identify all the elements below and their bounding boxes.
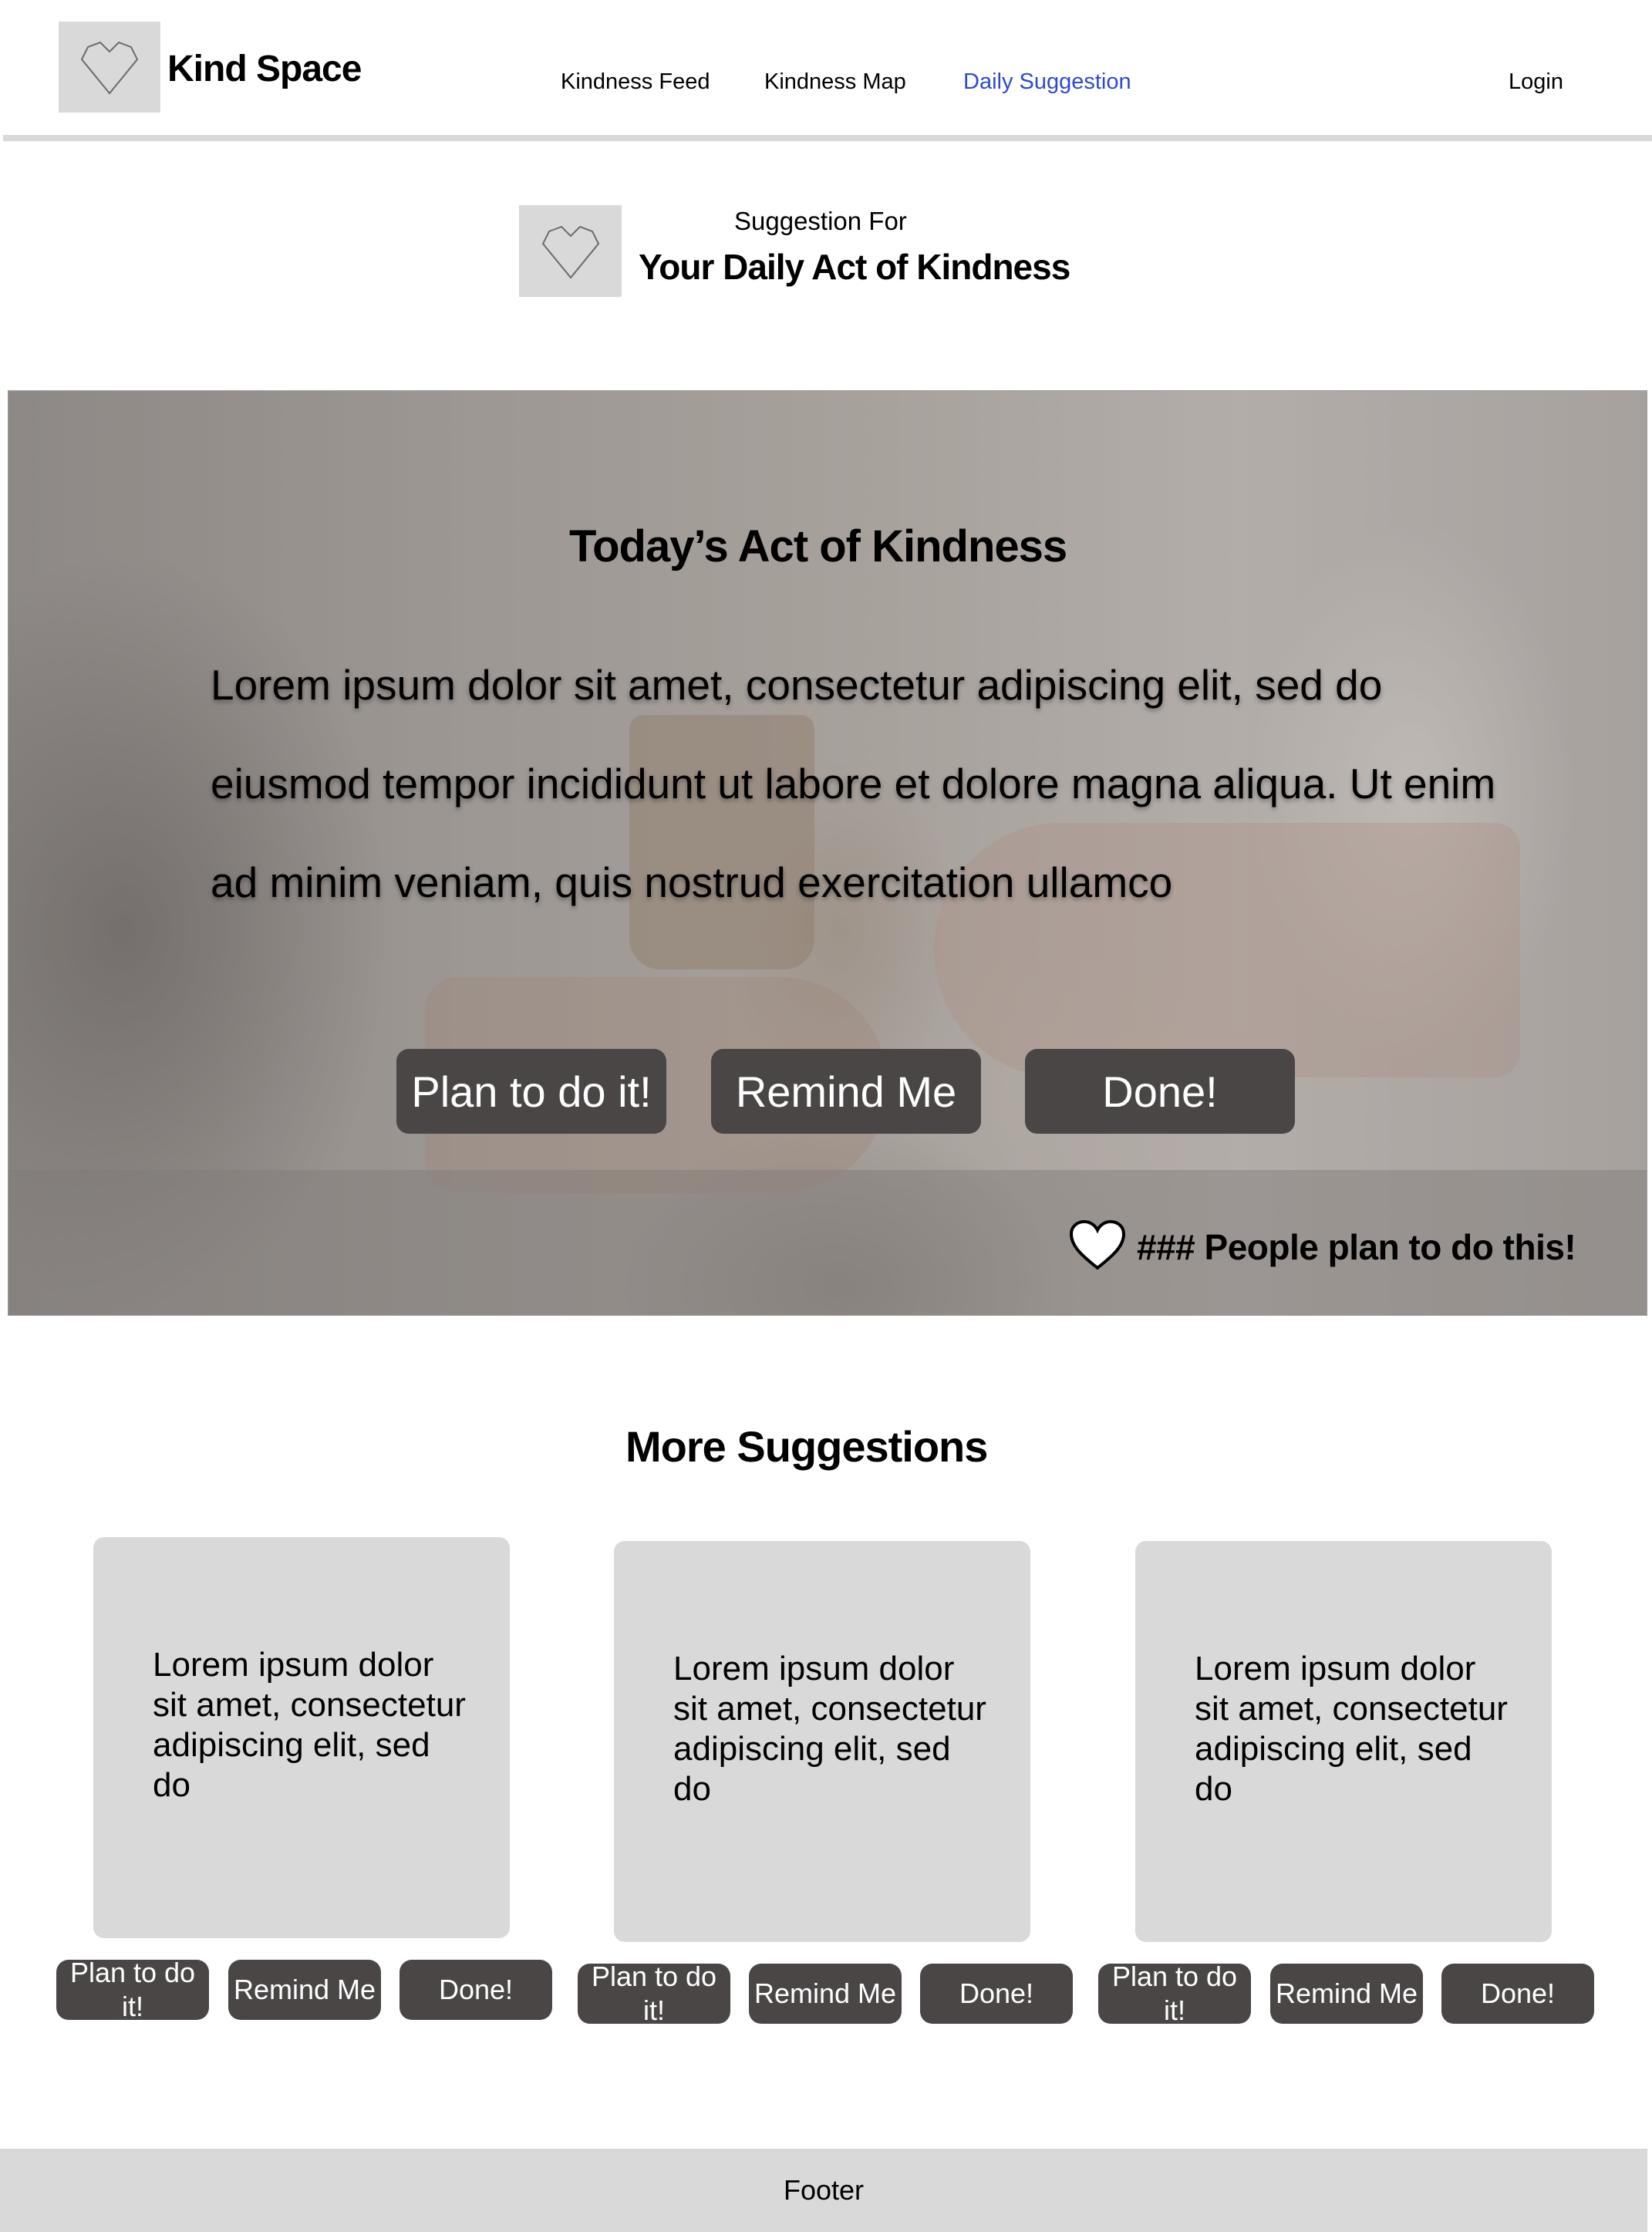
heart-icon[interactable] [1068, 1219, 1127, 1271]
suggestion-card[interactable]: Lorem ipsum dolor sit amet, consectetur … [93, 1537, 510, 1938]
nav-kindness-map[interactable]: Kindness Map [764, 68, 906, 96]
done-button[interactable]: Done! [1441, 1964, 1594, 2024]
done-button[interactable]: Done! [1025, 1049, 1295, 1134]
suggestion-card-text: Lorem ipsum dolor sit amet, consectetur … [1195, 1650, 1508, 1808]
remind-me-button[interactable]: Remind Me [749, 1964, 902, 2024]
logo[interactable] [59, 22, 160, 113]
suggestion-card[interactable]: Lorem ipsum dolor sit amet, consectetur … [614, 1541, 1030, 1942]
site-header: Kind Space Kindness Feed Kindness Map Da… [0, 0, 1652, 142]
brand-name[interactable]: Kind Space [167, 48, 362, 91]
login-link[interactable]: Login [1509, 68, 1563, 96]
suggestion-card-text: Lorem ipsum dolor sit amet, consectetur … [153, 1646, 466, 1804]
plan-count-label: ### People plan to do this! [1137, 1227, 1576, 1267]
remind-me-button[interactable]: Remind Me [1270, 1964, 1423, 2024]
page-title: Your Daily Act of Kindness [639, 247, 1070, 287]
remind-me-button[interactable]: Remind Me [228, 1960, 381, 2020]
hero-title: Today’s Act of Kindness [569, 521, 1067, 571]
nav-daily-suggestion[interactable]: Daily Suggestion [963, 68, 1131, 96]
more-suggestions-heading: More Suggestions [625, 1422, 988, 1471]
suggestion-for-label: Suggestion For [734, 207, 907, 235]
plan-button[interactable]: Plan to do it! [396, 1049, 666, 1134]
header-divider [3, 135, 1652, 141]
plan-button[interactable]: Plan to do it! [56, 1957, 209, 2022]
suggestion-logo [519, 205, 622, 297]
suggestion-card-text: Lorem ipsum dolor sit amet, consectetur … [673, 1650, 986, 1808]
remind-me-button[interactable]: Remind Me [711, 1049, 981, 1134]
done-button[interactable]: Done! [400, 1960, 552, 2020]
hero-description: Lorem ipsum dolor sit amet, consectetur … [211, 661, 1496, 906]
nav-kindness-feed[interactable]: Kindness Feed [561, 68, 710, 96]
footer-label: Footer [784, 2174, 865, 2206]
done-button[interactable]: Done! [920, 1964, 1073, 2024]
heart-outline-icon [541, 225, 599, 279]
plan-button[interactable]: Plan to do it! [578, 1961, 730, 2026]
suggestion-card[interactable]: Lorem ipsum dolor sit amet, consectetur … [1135, 1541, 1552, 1942]
plan-button[interactable]: Plan to do it! [1098, 1961, 1251, 2026]
heart-outline-icon [80, 41, 139, 95]
